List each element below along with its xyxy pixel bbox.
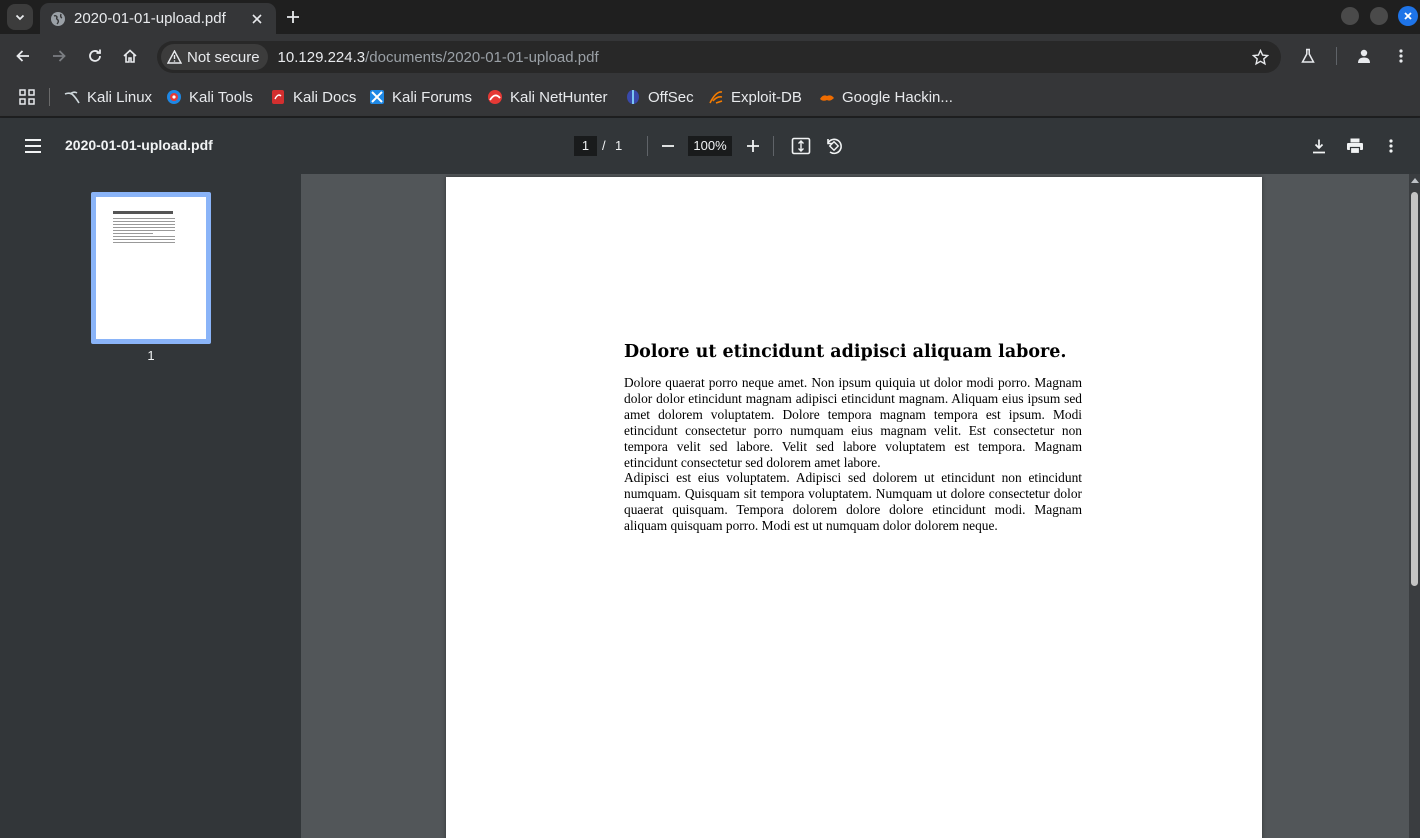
bookmark-star-icon[interactable]: [1251, 48, 1269, 66]
reload-button[interactable]: [85, 46, 105, 66]
toolbar-divider: [1336, 47, 1337, 65]
reload-icon: [89, 49, 101, 62]
download-icon: [1313, 139, 1325, 154]
tab-title: 2020-01-01-upload.pdf: [74, 10, 226, 27]
fit-page-icon: [791, 137, 811, 155]
pdf-title: 2020-01-01-upload.pdf: [65, 137, 213, 153]
browser-toolbar: Not secure 10.129.224.3/documents/2020-0…: [0, 34, 1420, 78]
page-total: 1: [615, 138, 623, 153]
tab-search-button[interactable]: [7, 4, 33, 30]
address-bar[interactable]: Not secure 10.129.224.3/documents/2020-0…: [157, 41, 1281, 73]
maximize-button[interactable]: [1370, 7, 1388, 25]
globe-icon: [50, 11, 66, 27]
zoom-level-input[interactable]: 100%: [688, 136, 732, 156]
new-tab-button[interactable]: [283, 7, 303, 27]
pdf-viewport[interactable]: Dolore ut etincidunt adipisci aliquam la…: [301, 174, 1420, 838]
flask-icon: [1301, 48, 1315, 63]
bookmarks-separator: [49, 88, 50, 106]
page-number-input[interactable]: 1: [574, 136, 597, 156]
bookmark-offsec[interactable]: OffSec: [625, 86, 694, 108]
bookmark-google-hacking[interactable]: Google Hackin...: [819, 86, 953, 108]
bookmark-exploit-db[interactable]: Exploit-DB: [708, 86, 802, 108]
minimize-button[interactable]: [1341, 7, 1359, 25]
document-body: Dolore quaerat porro neque amet. Non ips…: [624, 375, 1082, 534]
pdf-toolbar-divider: [773, 136, 774, 156]
kali-nethunter-icon: [487, 89, 503, 105]
kali-forums-icon: [369, 89, 385, 105]
bookmark-kali-tools[interactable]: Kali Tools: [166, 86, 253, 108]
arrow-left-icon: [16, 50, 29, 62]
person-icon: [1358, 49, 1370, 63]
rotate-icon: [827, 138, 842, 155]
offsec-icon: [625, 89, 641, 105]
chevron-down-icon: [15, 14, 25, 21]
zoom-in-button[interactable]: [743, 136, 763, 156]
thumbnail-heading-line: [113, 211, 173, 214]
vertical-scrollbar[interactable]: [1409, 174, 1420, 838]
profile-button[interactable]: [1354, 46, 1374, 66]
plus-icon: [287, 11, 299, 23]
security-label: Not secure: [187, 48, 260, 66]
menu-icon[interactable]: [23, 136, 43, 156]
forward-button[interactable]: [49, 46, 69, 66]
apps-grid-icon[interactable]: [18, 88, 36, 106]
minus-icon: [662, 145, 674, 147]
pdf-toolbar: 2020-01-01-upload.pdf 1 / 1 100%: [0, 118, 1420, 174]
bookmark-kali-forums[interactable]: Kali Forums: [369, 86, 472, 108]
security-indicator[interactable]: Not secure: [161, 44, 268, 70]
tab-strip: 2020-01-01-upload.pdf: [0, 0, 1420, 34]
google-hacking-icon: [819, 89, 835, 105]
print-button[interactable]: [1345, 136, 1365, 156]
document-paragraph: Adipisci est eius voluptatem. Adipisci s…: [624, 470, 1082, 534]
bookmark-kali-nethunter[interactable]: Kali NetHunter: [487, 86, 608, 108]
page-separator: /: [602, 138, 606, 153]
labs-button[interactable]: [1298, 46, 1318, 66]
kali-tools-icon: [166, 89, 182, 105]
arrow-right-icon: [53, 50, 66, 62]
thumbnail-sidebar: 1: [0, 174, 301, 838]
bookmark-kali-linux[interactable]: Kali Linux: [64, 86, 152, 108]
print-icon: [1347, 138, 1363, 155]
pdf-toolbar-divider: [647, 136, 648, 156]
kali-linux-icon: [64, 89, 80, 105]
home-button[interactable]: [120, 46, 140, 66]
active-tab[interactable]: 2020-01-01-upload.pdf: [40, 3, 276, 34]
window-close-button[interactable]: [1398, 6, 1418, 26]
url-path: /documents/2020-01-01-upload.pdf: [365, 48, 599, 66]
exploit-db-icon: [708, 89, 724, 105]
warning-icon: [167, 50, 182, 64]
home-icon: [123, 49, 137, 63]
url-host: 10.129.224.3: [277, 48, 366, 66]
kali-docs-icon: [270, 89, 286, 105]
thumbnail-page-number: 1: [147, 348, 155, 363]
download-button[interactable]: [1309, 136, 1329, 156]
browser-menu-button[interactable]: [1391, 46, 1411, 66]
fit-to-page-button[interactable]: [791, 136, 811, 156]
more-vert-icon: [1399, 49, 1403, 63]
document-heading: Dolore ut etincidunt adipisci aliquam la…: [624, 342, 1067, 362]
scroll-up-arrow-icon[interactable]: [1411, 178, 1419, 183]
bookmarks-bar: Kali Linux Kali Tools Kali Docs Kali For…: [0, 78, 1420, 117]
bookmark-kali-docs[interactable]: Kali Docs: [270, 86, 356, 108]
more-vert-icon: [1389, 139, 1393, 153]
back-button[interactable]: [13, 46, 33, 66]
rotate-button[interactable]: [824, 136, 844, 156]
plus-icon: [747, 140, 759, 152]
tab-close-icon[interactable]: [248, 10, 266, 28]
page-thumbnail[interactable]: [91, 192, 211, 344]
document-paragraph: Dolore quaerat porro neque amet. Non ips…: [624, 375, 1082, 470]
close-icon: [1404, 12, 1412, 20]
pdf-more-button[interactable]: [1381, 136, 1401, 156]
zoom-out-button[interactable]: [658, 136, 678, 156]
scrollbar-thumb[interactable]: [1411, 192, 1418, 586]
pdf-page: Dolore ut etincidunt adipisci aliquam la…: [446, 177, 1262, 838]
